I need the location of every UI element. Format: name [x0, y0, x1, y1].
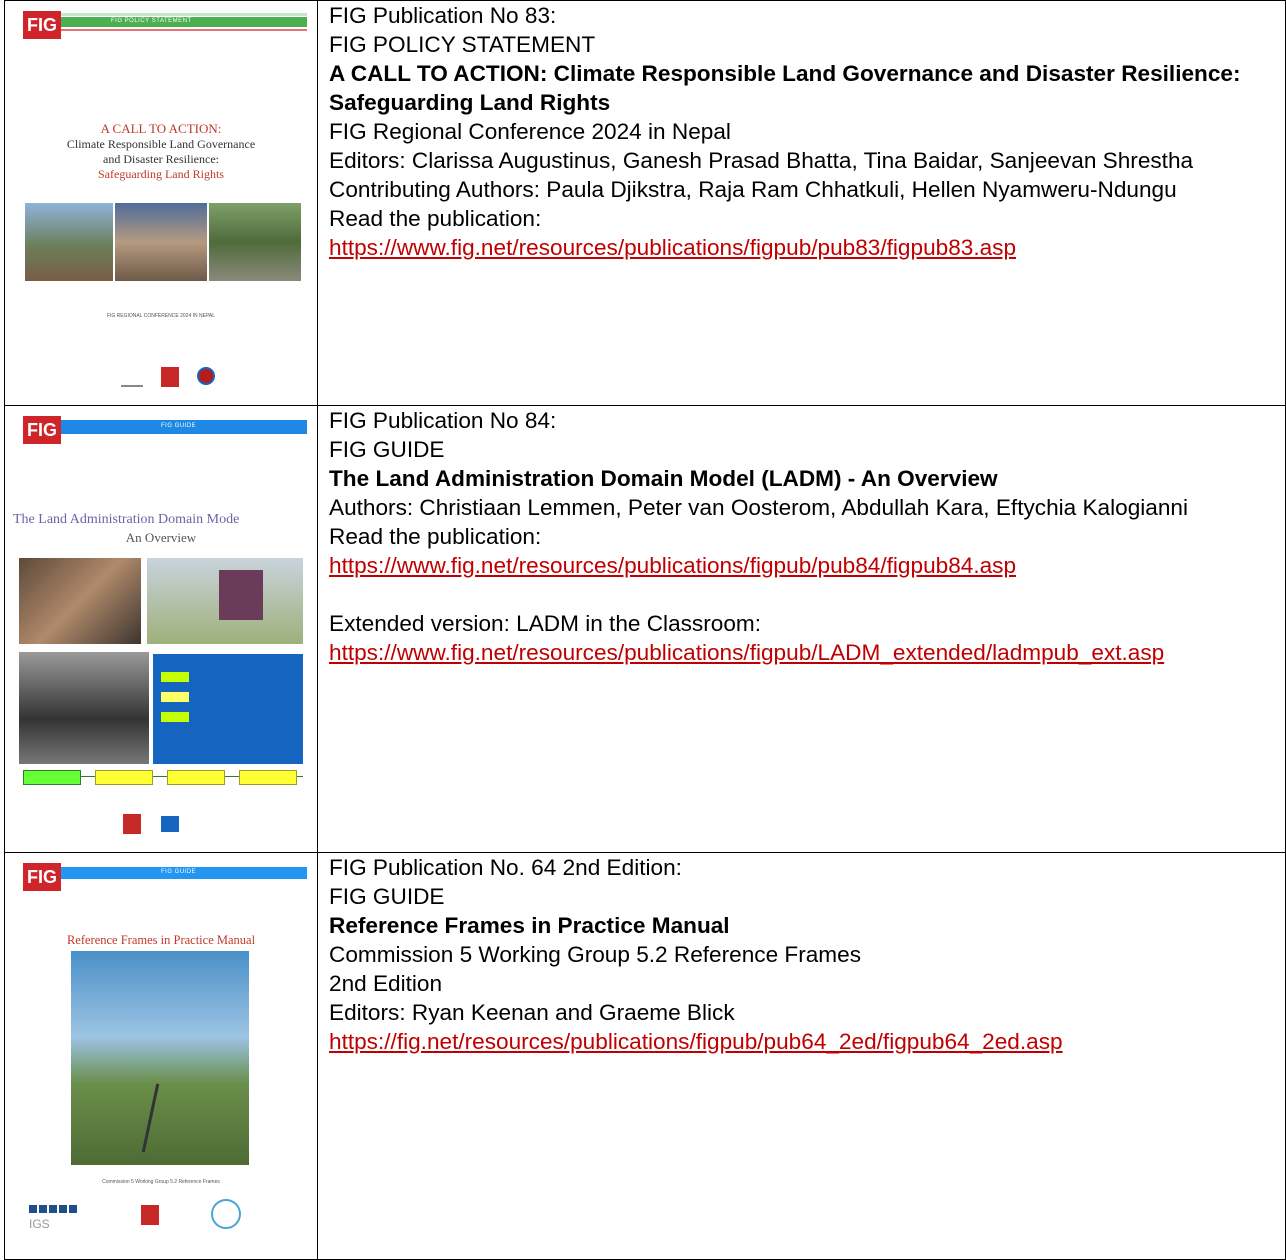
publication-details: FIG Publication No 83: FIG POLICY STATEM…	[317, 0, 1286, 406]
extended-label: Extended version: LADM in the Classroom:	[329, 611, 761, 636]
fig-logo: FIG	[23, 416, 61, 444]
igs-logo	[29, 1205, 79, 1213]
table-row: FIG FIG POLICY STATEMENT A CALL TO ACTIO…	[4, 0, 1286, 406]
fig-small-logo	[123, 814, 141, 834]
cover-photo	[71, 951, 249, 1165]
fig-logo: FIG	[23, 11, 61, 39]
publication-edition: 2nd Edition	[329, 971, 443, 996]
cover-photo	[25, 203, 113, 281]
fig-logo: FIG	[23, 863, 61, 891]
publication-details: FIG Publication No 84: FIG GUIDE The Lan…	[317, 405, 1286, 853]
cover-image-pub64[interactable]: FIG FIG GUIDE Reference Frames in Practi…	[11, 857, 311, 1253]
publication-editors: Editors: Clarissa Augustinus, Ganesh Pra…	[329, 148, 1194, 173]
cover-photo	[115, 203, 207, 281]
cover-photo	[209, 203, 301, 281]
publication-number: FIG Publication No 83:	[329, 3, 557, 28]
publication-type: FIG POLICY STATEMENT	[329, 32, 596, 57]
publication-title: A CALL TO ACTION: Climate Responsible La…	[329, 61, 1241, 115]
publication-link[interactable]: https://www.fig.net/resources/publicatio…	[329, 235, 1016, 260]
publication-commission: Commission 5 Working Group 5.2 Reference…	[329, 942, 861, 967]
iso-logo	[161, 816, 179, 832]
read-label: Read the publication:	[329, 524, 542, 549]
cover-diagram	[153, 654, 303, 764]
nepal-logo	[197, 367, 215, 385]
publication-title: Reference Frames in Practice Manual	[329, 913, 730, 938]
cover-cell: FIG FIG POLICY STATEMENT A CALL TO ACTIO…	[4, 0, 318, 406]
publication-details: FIG Publication No. 64 2nd Edition: FIG …	[317, 852, 1286, 1260]
un-logo	[211, 1199, 241, 1229]
cover-image-pub83[interactable]: FIG FIG POLICY STATEMENT A CALL TO ACTIO…	[11, 5, 311, 397]
publication-event: FIG Regional Conference 2024 in Nepal	[329, 119, 731, 144]
publication-title: The Land Administration Domain Model (LA…	[329, 466, 998, 491]
publication-authors: Authors: Christiaan Lemmen, Peter van Oo…	[329, 495, 1189, 520]
cover-photo	[19, 558, 141, 644]
fig-small-logo	[141, 1205, 159, 1225]
read-label: Read the publication:	[329, 206, 542, 231]
partner-logo	[121, 373, 143, 387]
fig-small-logo	[161, 367, 179, 387]
publication-number: FIG Publication No. 64 2nd Edition:	[329, 855, 682, 880]
publication-link[interactable]: https://fig.net/resources/publications/f…	[329, 1029, 1063, 1054]
publication-type: FIG GUIDE	[329, 884, 445, 909]
publication-type: FIG GUIDE	[329, 437, 445, 462]
cover-image-pub84[interactable]: FIG FIG GUIDE The Land Administration Do…	[11, 410, 311, 846]
publication-contributors: Contributing Authors: Paula Djikstra, Ra…	[329, 177, 1177, 202]
publications-table: FIG FIG POLICY STATEMENT A CALL TO ACTIO…	[4, 0, 1286, 1260]
table-row: FIG FIG GUIDE Reference Frames in Practi…	[4, 852, 1286, 1260]
cover-cell: FIG FIG GUIDE Reference Frames in Practi…	[4, 852, 318, 1260]
table-row: FIG FIG GUIDE The Land Administration Do…	[4, 405, 1286, 853]
publication-link[interactable]: https://www.fig.net/resources/publicatio…	[329, 553, 1016, 578]
extended-link[interactable]: https://www.fig.net/resources/publicatio…	[329, 640, 1164, 665]
cover-cell: FIG FIG GUIDE The Land Administration Do…	[4, 405, 318, 853]
publication-editors: Editors: Ryan Keenan and Graeme Blick	[329, 1000, 735, 1025]
cover-photo-bw	[19, 652, 149, 764]
publication-number: FIG Publication No 84:	[329, 408, 557, 433]
